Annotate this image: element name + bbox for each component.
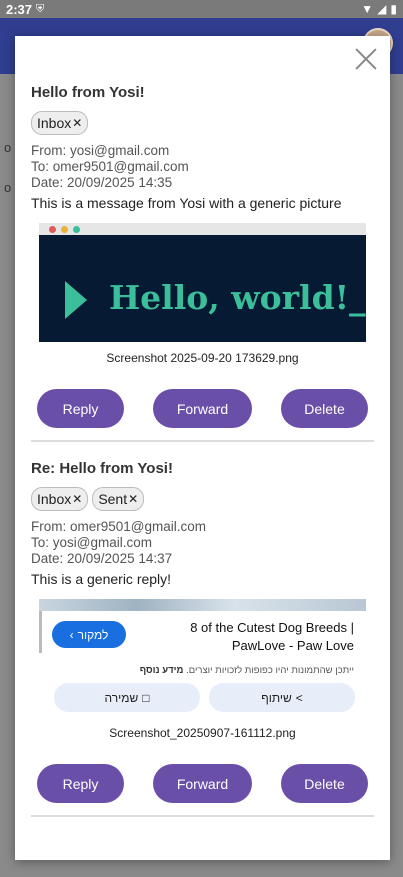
attachment-filename: Screenshot 2025-09-20 173629.png [106,351,299,365]
attachment-filename: Screenshot_20250907-161112.png [109,726,296,740]
remove-tag-icon[interactable]: ✕ [128,492,138,506]
message-meta: From: omer9501@gmail.com To: yosi@gmail.… [31,519,374,567]
forward-button[interactable]: Forward [153,389,252,428]
message-subject: Hello from Yosi! [31,84,145,101]
message-body: This is a generic reply! [31,571,172,587]
attachment-image[interactable]: Hello, world!_ [39,223,366,342]
window-dot [73,225,80,233]
message-card: Re: Hello from Yosi! Inbox ✕ Sent ✕ From… [31,460,374,817]
message-date: Date: 20/09/2025 14:35 [31,175,173,190]
message-date: Date: 20/09/2025 14:37 [31,551,173,566]
message-modal: Hello from Yosi! Inbox ✕ From: yosi@gmai… [15,36,390,860]
more-info-label: מידע נוסף [139,665,184,676]
status-bar: 2:37 ⛨ ▼ ◢ ▮ [0,0,403,18]
message-actions: Reply Forward Delete [31,389,374,428]
divider [31,815,374,817]
forward-button[interactable]: Forward [153,764,252,803]
result-title: 8 of the Cutest Dog Breeds | PawLove - P… [134,619,354,655]
remove-tag-icon[interactable]: ✕ [72,492,82,506]
terminal-prompt-icon [65,281,87,319]
tag-label: Sent [98,491,128,507]
save-pill: שמירה □ [54,683,200,712]
result-title-line: PawLove - Paw Love [231,638,354,653]
tag-sent: Sent ✕ [92,487,145,511]
share-icon: < [295,690,303,705]
image-strip [39,599,366,611]
source-button-label: למקור [77,627,109,642]
background-letter: o [4,140,12,155]
delete-button[interactable]: Delete [281,389,368,428]
result-title-line: 8 of the Cutest Dog Breeds | [190,620,354,635]
message-to: To: omer9501@gmail.com [31,159,189,174]
chevron-left-icon: ‹ [69,627,74,642]
copyright-note-text: ייתכן שהתמונות יהיו כפופות לזכויות יוצרי… [186,665,354,676]
share-label: שיתוף [261,690,292,705]
status-time: 2:37 [6,1,33,17]
reply-button[interactable]: Reply [37,764,124,803]
image-text: Hello, world!_ [109,278,366,317]
shield-icon: ⛨ [36,2,45,15]
reply-button[interactable]: Reply [37,389,124,428]
signal-icon: ◢ [377,2,387,16]
copyright-note: ייתכן שהתמונות יהיו כפופות לזכויות יוצרי… [140,665,354,676]
attachment-image[interactable]: ‹ למקור 8 of the Cutest Dog Breeds | Paw… [39,599,366,717]
tag-list: Inbox ✕ [31,111,374,135]
message-from: From: yosi@gmail.com [31,143,170,158]
window-dot [61,225,68,233]
tag-inbox: Inbox ✕ [31,111,89,135]
close-icon[interactable] [355,48,377,70]
tag-label: Inbox [37,115,72,131]
source-button: ‹ למקור [52,621,126,648]
share-pill: שיתוף < [209,683,355,712]
save-label: שמירה [104,690,139,705]
screenshot-preview: ‹ למקור 8 of the Cutest Dog Breeds | Paw… [39,599,366,717]
window-bar [39,223,366,235]
background-letter: o [4,180,12,195]
remove-tag-icon[interactable]: ✕ [72,116,82,130]
message-body: This is a message from Yosi with a gener… [31,195,342,211]
bookmark-icon: □ [142,690,150,705]
tag-list: Inbox ✕ Sent ✕ [31,487,374,511]
delete-button[interactable]: Delete [281,764,368,803]
message-from: From: omer9501@gmail.com [31,519,207,534]
message-meta: From: yosi@gmail.com To: omer9501@gmail.… [31,143,374,191]
battery-icon: ▮ [390,2,397,16]
message-card: Hello from Yosi! Inbox ✕ From: yosi@gmai… [31,84,374,442]
wifi-icon: ▼ [361,2,374,16]
message-to: To: yosi@gmail.com [31,535,152,550]
tag-inbox: Inbox ✕ [31,487,89,511]
window-dot [49,225,56,233]
message-actions: Reply Forward Delete [31,764,374,803]
divider [31,440,374,442]
message-subject: Re: Hello from Yosi! [31,460,173,477]
image-edge [39,611,42,653]
screenshot-preview: Hello, world!_ [39,223,366,342]
tag-label: Inbox [37,491,72,507]
